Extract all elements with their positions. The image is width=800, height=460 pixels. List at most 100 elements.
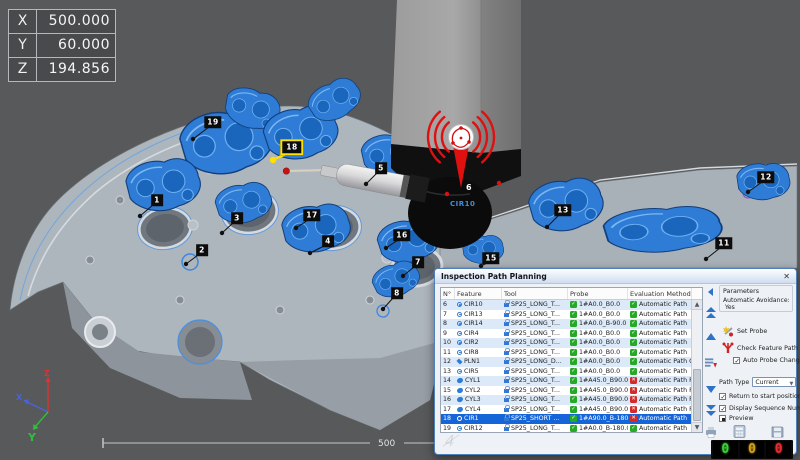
table-row-17[interactable]: 17CYL4SP25_LONG_T...✓1#A45.0_B90.0✕Autom… <box>441 405 691 415</box>
table-row-15[interactable]: 15CYL2SP25_LONG_T...✓1#A45.0_B90.0✕Autom… <box>441 386 691 396</box>
feature-type-icon <box>456 359 462 365</box>
table-row-9[interactable]: 9CIR4SP25_LONG_T...✓1#A0.0_B0.0✓Automati… <box>441 329 691 339</box>
path-type-row: Path Type Current ▼ <box>719 377 796 387</box>
coord-axis-x: X <box>9 10 37 33</box>
checkbox-icon <box>733 357 740 364</box>
feature-marker-1[interactable]: 1 <box>151 194 163 206</box>
checkbox-icon <box>719 393 726 400</box>
table-row-18[interactable]: 18CIR1SP25_SHORT ...✓1#A90.0_B-180.0✕Aut… <box>441 414 691 424</box>
feature-type-icon <box>456 387 463 394</box>
table-scrollbar[interactable]: ▲ ▼ <box>691 300 702 432</box>
feature-type-icon <box>457 312 462 317</box>
table-header: N° Feature Tool Probe Evaluation Method <box>441 288 702 300</box>
table-row-14[interactable]: 14CYL1SP25_LONG_T...✓1#A45.0_B90.0✕Autom… <box>441 376 691 386</box>
dialog-close-icon[interactable]: ✕ <box>783 272 790 281</box>
check-icon: ✓ <box>570 349 577 356</box>
coord-row-y: Y 60.000 <box>9 34 115 58</box>
feature-type-icon <box>457 350 462 355</box>
collapse-panel-icon[interactable] <box>705 286 717 298</box>
set-probe-button[interactable]: Set Probe <box>722 325 767 337</box>
scroll-down-icon[interactable]: ▼ <box>692 422 702 432</box>
feature-type-icon <box>457 331 462 336</box>
check-feature-path-button[interactable]: Check Feature Path <box>722 342 798 354</box>
feature-marker-13[interactable]: 13 <box>554 204 571 216</box>
feature-marker-17[interactable]: 17 <box>303 209 320 221</box>
lock-icon <box>504 332 509 336</box>
table-row-11[interactable]: 11CIR8SP25_LONG_T...✓1#A0.0_B0.0✓Automat… <box>441 348 691 358</box>
feature-marker-12[interactable]: 12 <box>757 171 774 183</box>
sequence-list-icon[interactable] <box>705 357 717 369</box>
cross-icon: ✕ <box>630 377 637 384</box>
report-icon[interactable] <box>705 426 717 438</box>
check-icon: ✓ <box>570 311 577 318</box>
coord-row-z: Z 194.856 <box>9 58 115 81</box>
table-row-13[interactable]: 13CIR5SP25_LONG_T...✓1#A0.0_B0.0✓Automat… <box>441 367 691 377</box>
feature-marker-4[interactable]: 4 <box>322 235 334 247</box>
check-icon: ✓ <box>570 377 577 384</box>
parameters-legend: Parameters <box>723 288 792 295</box>
triad-x-label: X <box>16 393 23 402</box>
move-down-icon[interactable] <box>705 382 717 394</box>
feature-marker-8[interactable]: 8 <box>391 287 403 299</box>
table-body: 6CIR10SP25_LONG_T...✓1#A0.0_B0.0✓Automat… <box>441 300 691 432</box>
cross-icon: ✕ <box>630 406 637 413</box>
dialog-titlebar[interactable]: Inspection Path Planning ✕ <box>435 269 796 284</box>
check-feature-path-icon <box>722 342 734 354</box>
lock-icon <box>504 389 509 393</box>
check-icon: ✓ <box>570 415 577 422</box>
feature-type-icon <box>457 369 462 374</box>
move-up-icon[interactable] <box>705 332 717 344</box>
calculate-icon[interactable] <box>733 425 746 438</box>
preview-checkbox[interactable]: Preview <box>719 415 754 422</box>
feature-marker-19[interactable]: 19 <box>204 116 221 128</box>
save-icon[interactable] <box>771 425 784 438</box>
check-icon: ✓ <box>570 368 577 375</box>
check-icon: ✓ <box>630 349 637 356</box>
check-icon: ✓ <box>630 425 637 432</box>
scroll-thumb[interactable] <box>693 369 701 421</box>
table-row-8[interactable]: 8CIR14SP25_LONG_T...✓1#A0.0_B-90.0✓Autom… <box>441 319 691 329</box>
probe-feature-name: CIR10 <box>450 200 475 208</box>
col-number: N° <box>441 288 455 299</box>
return-to-start-checkbox[interactable]: Return to start position <box>719 393 800 400</box>
table-row-19[interactable]: 19CIR12SP25_LONG_T...✓1#A0.0_B-180.0✓Aut… <box>441 424 691 433</box>
move-top-icon[interactable] <box>705 307 717 319</box>
inspection-path-planning-dialog: Inspection Path Planning ✕ N° Feature To… <box>434 268 797 455</box>
lock-icon <box>504 370 509 374</box>
path-type-select[interactable]: Current ▼ <box>752 377 796 387</box>
feature-marker-15[interactable]: 15 <box>482 252 499 264</box>
cross-icon: ✕ <box>630 387 637 394</box>
display-sequence-checkbox[interactable]: Display Sequence Number <box>719 405 800 412</box>
col-feature: Feature <box>455 288 502 299</box>
counter-0: 0 <box>713 441 738 458</box>
check-icon: ✓ <box>630 330 637 337</box>
dialog-title: Inspection Path Planning <box>441 272 547 281</box>
feature-marker-16[interactable]: 16 <box>393 229 410 241</box>
feature-marker-3[interactable]: 3 <box>231 212 243 224</box>
check-icon: ✓ <box>630 368 637 375</box>
col-evaluation: Evaluation Method <box>628 288 692 299</box>
feature-type-icon <box>457 340 462 345</box>
table-row-6[interactable]: 6CIR10SP25_LONG_T...✓1#A0.0_B0.0✓Automat… <box>441 300 691 310</box>
auto-probe-change-checkbox[interactable]: Auto Probe Change <box>733 357 800 364</box>
table-row-12[interactable]: 12PLN1SP25_LONG_D...✓1#A0.0_B0.0✓Automat… <box>441 357 691 367</box>
table-row-7[interactable]: 7CIR13SP25_LONG_T...✓1#A0.0_B0.0✓Automat… <box>441 310 691 320</box>
feature-type-icon <box>457 302 462 307</box>
feature-marker-7[interactable]: 7 <box>412 256 424 268</box>
feature-marker-11[interactable]: 11 <box>715 237 732 249</box>
feature-marker-18[interactable]: 18 <box>280 139 303 155</box>
check-icon: ✓ <box>630 358 637 365</box>
chevron-down-icon: ▼ <box>789 380 793 389</box>
feature-marker-2[interactable]: 2 <box>196 244 208 256</box>
feature-type-icon <box>457 416 462 421</box>
feature-marker-5[interactable]: 5 <box>375 162 387 174</box>
move-bottom-icon[interactable] <box>705 404 717 416</box>
table-row-16[interactable]: 16CYL3SP25_LONG_T...✓1#A45.0_B90.0✕Autom… <box>441 395 691 405</box>
scroll-up-icon[interactable]: ▲ <box>692 300 702 310</box>
watermark: 4 <box>445 432 455 450</box>
triad-y-label: Y <box>27 431 37 444</box>
lock-icon <box>504 351 509 355</box>
check-icon: ✓ <box>570 396 577 403</box>
feature-table: N° Feature Tool Probe Evaluation Method … <box>440 287 703 433</box>
table-row-10[interactable]: 10CIR2SP25_LONG_T...✓1#A0.0_B0.0✓Automat… <box>441 338 691 348</box>
